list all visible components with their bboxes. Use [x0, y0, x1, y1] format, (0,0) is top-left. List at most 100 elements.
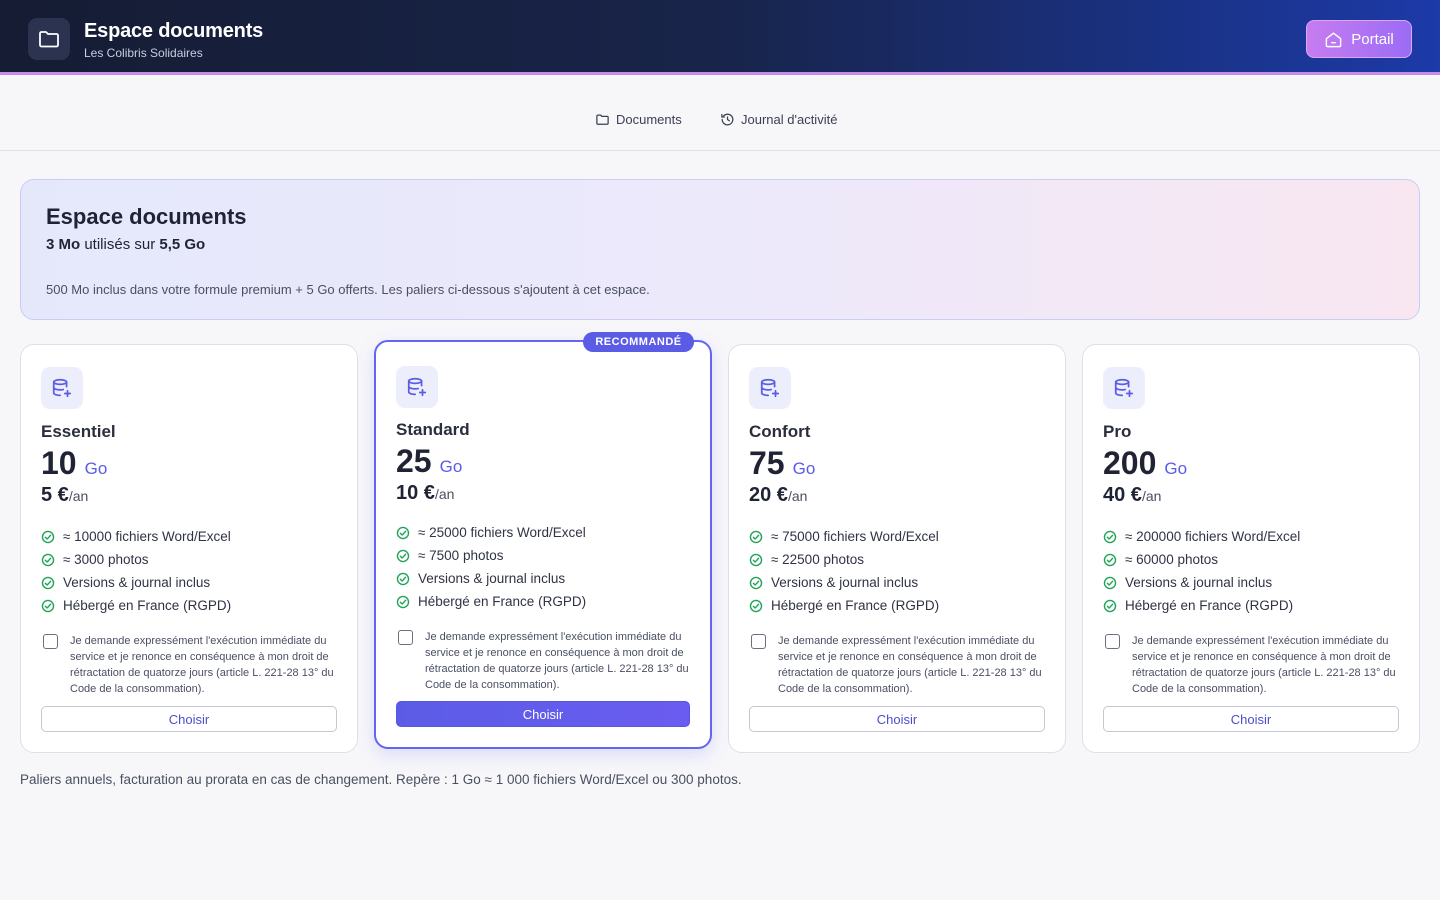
plan-size: 200 Go: [1103, 445, 1187, 482]
consent-text: Je demande expressément l'exécution immé…: [70, 635, 334, 695]
database-plus-icon: [760, 378, 780, 398]
plan-features: ≈ 25000 fichiers Word/Excel ≈ 7500 photo…: [396, 521, 586, 613]
plan-name: Standard: [396, 420, 470, 439]
plan-price-amount: 40 €: [1103, 484, 1142, 506]
feature-item: ≈ 10000 fichiers Word/Excel: [41, 525, 231, 548]
check-circle-icon: [749, 553, 763, 566]
withdrawal-consent: Je demande expressément l'exécution immé…: [43, 633, 335, 697]
storage-used-connector: utilisés sur: [84, 236, 156, 253]
banner-title: Espace documents: [46, 204, 247, 229]
feature-text: Versions & journal inclus: [63, 575, 211, 590]
choose-plan-button[interactable]: Choisir: [1103, 706, 1399, 732]
feature-item: ≈ 60000 photos: [1103, 548, 1300, 571]
plan-price: 40 € /an: [1103, 484, 1161, 507]
choose-plan-button[interactable]: Choisir: [41, 706, 337, 732]
consent-checkbox[interactable]: [398, 630, 413, 645]
plan-size: 75 Go: [749, 445, 815, 482]
plan-size-value: 25: [396, 443, 432, 479]
plan-name: Confort: [749, 422, 811, 441]
nav-activity-log[interactable]: Journal d'activité: [720, 112, 837, 127]
feature-text: Hébergé en France (RGPD): [1125, 598, 1294, 613]
check-circle-icon: [396, 526, 410, 539]
consent-checkbox[interactable]: [1105, 634, 1120, 649]
choose-plan-button[interactable]: Choisir: [749, 706, 1045, 732]
withdrawal-consent: Je demande expressément l'exécution immé…: [751, 633, 1043, 697]
feature-item: ≈ 3000 photos: [41, 548, 231, 571]
feature-item: Hébergé en France (RGPD): [396, 590, 586, 613]
feature-text: ≈ 25000 fichiers Word/Excel: [418, 525, 586, 540]
plan-price-period: /an: [68, 488, 89, 504]
feature-text: Versions & journal inclus: [771, 575, 919, 590]
check-circle-icon: [396, 572, 410, 585]
plan-features: ≈ 75000 fichiers Word/Excel ≈ 22500 phot…: [749, 525, 939, 617]
plan-price-period: /an: [434, 486, 455, 502]
feature-text: ≈ 200000 fichiers Word/Excel: [1125, 529, 1301, 544]
portal-button[interactable]: Portail: [1306, 20, 1412, 58]
plan-card-pro: Pro 200 Go 40 € /an ≈ 200000 fichiers Wo…: [1082, 344, 1420, 753]
app-title: Espace documents: [84, 20, 264, 42]
feature-text: ≈ 10000 fichiers Word/Excel: [63, 529, 231, 544]
plan-price-amount: 20 €: [749, 484, 788, 506]
nav-documents[interactable]: Documents: [595, 112, 682, 127]
plan-size: 10 Go: [41, 445, 107, 482]
check-circle-icon: [41, 530, 55, 543]
check-circle-icon: [749, 599, 763, 612]
plan-price: 5 € /an: [41, 484, 88, 507]
check-circle-icon: [41, 553, 55, 566]
plan-card-essentiel: Essentiel 10 Go 5 € /an ≈ 10000 fichiers…: [20, 344, 358, 753]
feature-text: ≈ 75000 fichiers Word/Excel: [771, 529, 939, 544]
home-icon: [1325, 31, 1342, 47]
choose-plan-button[interactable]: Choisir: [396, 701, 690, 727]
folder-icon: [596, 114, 609, 125]
plan-card-standard: RECOMMANDÉ Standard 25 Go 10 € /an ≈ 250…: [374, 332, 712, 749]
plan-icon: [396, 366, 438, 408]
check-circle-icon: [396, 595, 410, 608]
banner-note: 500 Mo inclus dans votre formule premium…: [46, 282, 650, 297]
storage-total: 5,5 Go: [159, 236, 206, 253]
plan-price-period: /an: [787, 488, 808, 504]
consent-checkbox[interactable]: [751, 634, 766, 649]
plan-size-value: 200: [1103, 445, 1157, 481]
plan-card-confort: Confort 75 Go 20 € /an ≈ 75000 fichiers …: [728, 344, 1066, 753]
storage-usage: 3 Mo utilisés sur 5,5 Go: [46, 236, 205, 253]
database-plus-icon: [52, 378, 72, 398]
plan-features: ≈ 200000 fichiers Word/Excel ≈ 60000 pho…: [1103, 525, 1300, 617]
consent-text: Je demande expressément l'exécution immé…: [1132, 635, 1396, 695]
feature-item: ≈ 7500 photos: [396, 544, 586, 567]
feature-text: Hébergé en France (RGPD): [418, 594, 587, 609]
folder-icon: [39, 31, 59, 48]
plan-features: ≈ 10000 fichiers Word/Excel ≈ 3000 photo…: [41, 525, 231, 617]
withdrawal-consent: Je demande expressément l'exécution immé…: [1105, 633, 1397, 697]
feature-item: ≈ 75000 fichiers Word/Excel: [749, 525, 939, 548]
app-header: Espace documents Les Colibris Solidaires…: [0, 0, 1440, 75]
pricing-footnote: Paliers annuels, facturation au prorata …: [20, 772, 742, 787]
storage-summary-banner: Espace documents 3 Mo utilisés sur 5,5 G…: [20, 179, 1420, 320]
check-circle-icon: [41, 599, 55, 612]
plan-size-value: 75: [749, 445, 785, 481]
check-circle-icon: [749, 576, 763, 589]
section-nav: Documents Journal d'activité: [0, 78, 1440, 151]
check-circle-icon: [396, 549, 410, 562]
feature-item: Versions & journal inclus: [1103, 571, 1300, 594]
feature-text: Hébergé en France (RGPD): [63, 598, 232, 613]
consent-checkbox[interactable]: [43, 634, 58, 649]
plan-price: 20 € /an: [749, 484, 807, 507]
feature-item: ≈ 200000 fichiers Word/Excel: [1103, 525, 1300, 548]
plan-name: Essentiel: [41, 422, 116, 441]
storage-used: 3 Mo: [46, 236, 81, 253]
plan-price-period: /an: [1141, 488, 1162, 504]
recommended-badge: RECOMMANDÉ: [583, 332, 694, 352]
feature-item: Versions & journal inclus: [749, 571, 939, 594]
feature-item: Versions & journal inclus: [41, 571, 231, 594]
plan-price-amount: 5 €: [41, 484, 69, 506]
check-circle-icon: [1103, 576, 1117, 589]
plan-icon: [1103, 367, 1145, 409]
check-circle-icon: [1103, 599, 1117, 612]
history-icon: [721, 113, 734, 126]
feature-text: Hébergé en France (RGPD): [771, 598, 940, 613]
plan-price: 10 € /an: [396, 482, 454, 505]
nav-documents-label: Documents: [616, 112, 682, 127]
feature-text: ≈ 22500 photos: [771, 552, 864, 567]
feature-item: Versions & journal inclus: [396, 567, 586, 590]
app-subtitle: Les Colibris Solidaires: [84, 46, 203, 60]
